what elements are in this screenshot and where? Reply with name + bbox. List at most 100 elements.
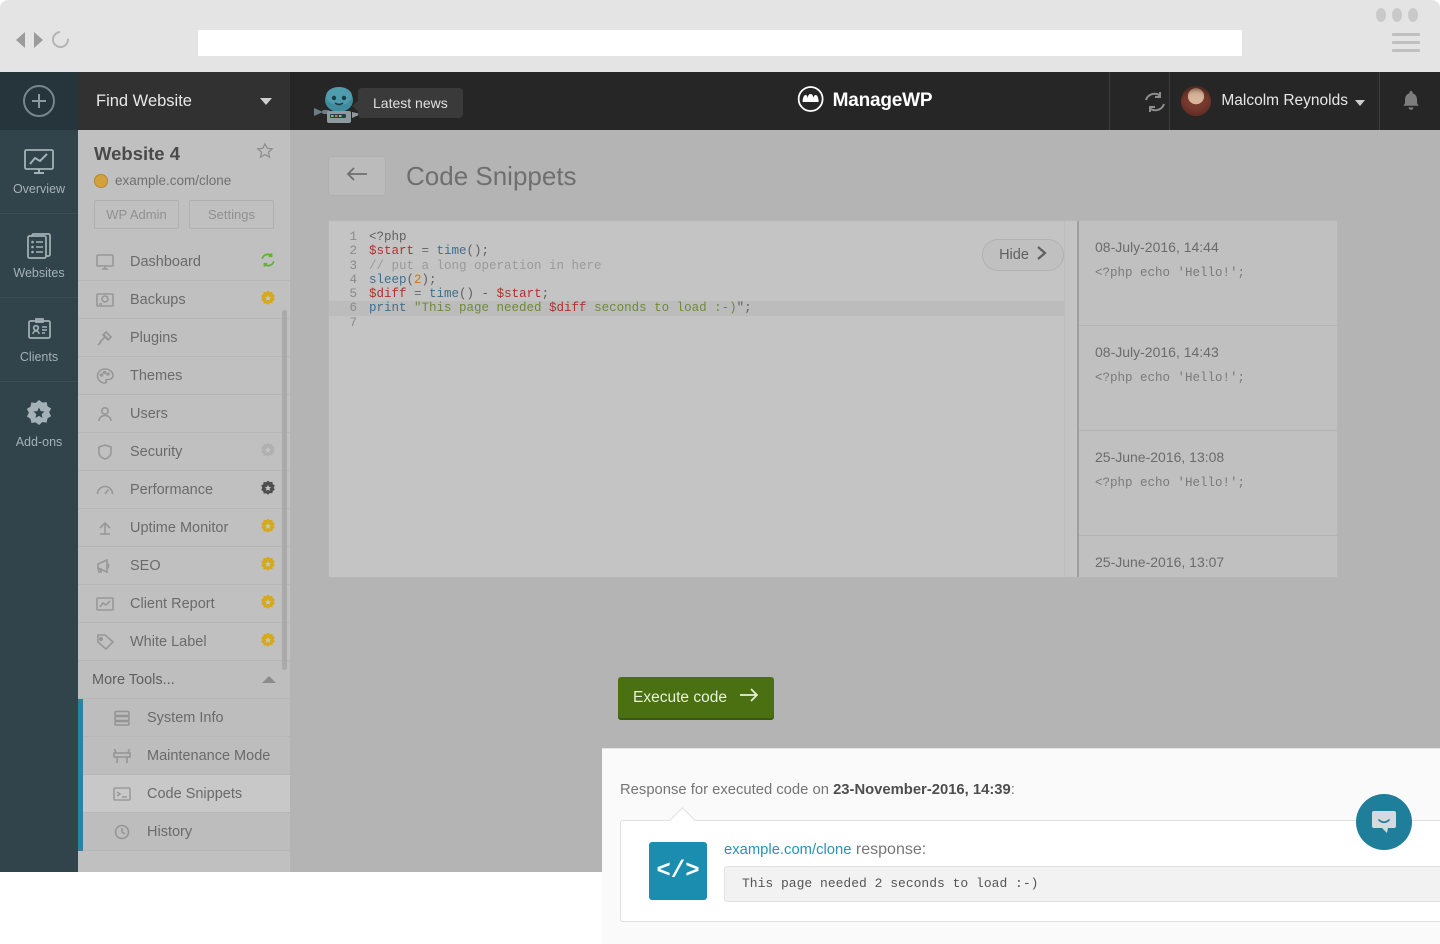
- code-lines: 1<?php2$start = time();3// put a long op…: [329, 221, 1064, 330]
- chevron-up-icon: [262, 676, 276, 683]
- brand-logo: ManageWP: [798, 86, 933, 117]
- code-line: 2$start = time();: [329, 244, 1064, 258]
- backup-disk-icon: [96, 292, 118, 308]
- sync-icon[interactable]: [1142, 89, 1168, 120]
- window-dot[interactable]: [1376, 8, 1386, 22]
- reload-icon[interactable]: [49, 28, 73, 52]
- line-content: <?php: [369, 230, 407, 244]
- line-content: $diff = time() - $start;: [369, 287, 549, 301]
- sidebar-item-label: Uptime Monitor: [130, 520, 260, 536]
- status-badge[interactable]: [260, 442, 276, 462]
- latest-news-tooltip[interactable]: Latest news: [358, 88, 463, 118]
- sidebar-item-label: Security: [130, 444, 260, 460]
- sidebar-item-seo[interactable]: SEO: [78, 547, 290, 585]
- arrow-left-icon: [345, 165, 369, 188]
- response-site-link[interactable]: example.com/clone: [724, 842, 851, 858]
- line-number: 6: [329, 301, 369, 315]
- code-line: 3// put a long operation in here: [329, 259, 1064, 273]
- history-code: <?php echo 'Hello!';: [1095, 371, 1321, 385]
- sidebar-scrollbar[interactable]: [282, 310, 287, 670]
- line-content: $start = time();: [369, 244, 489, 258]
- editor-side-panel: Hide: [1064, 221, 1077, 577]
- sidebar-item-users[interactable]: Users: [78, 395, 290, 433]
- star-outline-icon[interactable]: [256, 142, 274, 165]
- find-website-label: Find Website: [96, 92, 192, 111]
- sidebar-item-label: Backups: [130, 292, 260, 308]
- sidebar-item-history[interactable]: History: [83, 813, 290, 851]
- code-input-area[interactable]: 1<?php2$start = time();3// put a long op…: [329, 221, 1064, 577]
- status-badge[interactable]: [260, 518, 276, 538]
- sidebar-item-label: Add-ons: [16, 435, 63, 449]
- sidebar-item-label: Websites: [13, 266, 64, 280]
- sidebar-item-dashboard[interactable]: Dashboard: [78, 243, 290, 281]
- gauge-icon: [96, 482, 118, 498]
- sidebar-item-themes[interactable]: Themes: [78, 357, 290, 395]
- code-brackets-icon: </>: [649, 842, 707, 900]
- chat-bubble-icon[interactable]: [1356, 794, 1412, 850]
- hide-label: Hide: [999, 247, 1029, 263]
- sidebar-item-client-report[interactable]: Client Report: [78, 585, 290, 623]
- more-tools-toggle[interactable]: More Tools...: [78, 661, 290, 699]
- history-item[interactable]: 25-June-2016, 13:07: [1079, 536, 1337, 577]
- status-badge[interactable]: [260, 290, 276, 310]
- url-input[interactable]: [198, 30, 1242, 56]
- site-url[interactable]: example.com/clone: [115, 173, 231, 188]
- response-box: </> example.com/clone response: This pag…: [620, 820, 1440, 922]
- hamburger-menu-icon[interactable]: [1392, 33, 1420, 57]
- server-icon: [113, 710, 135, 726]
- line-content: // put a long operation in here: [369, 259, 602, 273]
- window-dot[interactable]: [1392, 8, 1402, 22]
- brand-text: ManageWP: [833, 90, 933, 112]
- sidebar-item-code-snippets[interactable]: Code Snippets: [83, 775, 290, 813]
- sidebar-item-performance[interactable]: Performance: [78, 471, 290, 509]
- history-item[interactable]: 08-July-2016, 14:44<?php echo 'Hello!';: [1079, 221, 1337, 326]
- hide-button[interactable]: Hide: [982, 239, 1064, 271]
- code-line: 4sleep(2);: [329, 273, 1064, 287]
- sidebar-item-clients[interactable]: Clients: [0, 298, 78, 382]
- status-badge[interactable]: [260, 252, 276, 272]
- history-item[interactable]: 08-July-2016, 14:43<?php echo 'Hello!';: [1079, 326, 1337, 431]
- sidebar-item-system-info[interactable]: System Info: [83, 699, 290, 737]
- forward-icon[interactable]: [34, 32, 43, 48]
- sidebar-item-security[interactable]: Security: [78, 433, 290, 471]
- status-badge[interactable]: [260, 480, 276, 500]
- plug-icon: [96, 330, 118, 346]
- history-code: <?php echo 'Hello!';: [1095, 266, 1321, 280]
- response-suffix: :: [1011, 782, 1015, 798]
- sidebar-item-label: Maintenance Mode: [147, 748, 276, 764]
- back-button[interactable]: [328, 156, 386, 196]
- user-menu[interactable]: Malcolm Reynolds: [1181, 86, 1365, 116]
- window-controls[interactable]: [1376, 8, 1418, 22]
- tag-icon: [96, 634, 118, 650]
- arrow-up-icon: [96, 520, 118, 536]
- settings-button[interactable]: Settings: [189, 200, 274, 229]
- sidebar-item-plugins[interactable]: Plugins: [78, 319, 290, 357]
- sidebar-item-overview[interactable]: Overview: [0, 130, 78, 214]
- response-output: This page needed 2 seconds to load :-): [724, 866, 1440, 902]
- sidebar-item-maintenance-mode[interactable]: Maintenance Mode: [83, 737, 290, 775]
- history-item[interactable]: 25-June-2016, 13:08<?php echo 'Hello!';: [1079, 431, 1337, 536]
- bell-icon[interactable]: [1400, 89, 1422, 118]
- wp-admin-button[interactable]: WP Admin: [94, 200, 179, 229]
- sidebar-item-backups[interactable]: Backups: [78, 281, 290, 319]
- add-website-button[interactable]: [0, 72, 78, 130]
- status-badge[interactable]: [260, 594, 276, 614]
- find-website-dropdown[interactable]: Find Website: [78, 72, 290, 130]
- window-dot[interactable]: [1408, 8, 1418, 22]
- sidebar-subnav: System Info Maintenance Mode Code Snippets…: [78, 699, 290, 851]
- sidebar-item-websites[interactable]: Websites: [0, 214, 78, 298]
- snippet-history-list[interactable]: 08-July-2016, 14:44<?php echo 'Hello!';0…: [1077, 221, 1337, 577]
- execute-code-button[interactable]: Execute code: [618, 677, 774, 718]
- execute-label: Execute code: [633, 689, 727, 707]
- divider: [1169, 72, 1170, 130]
- back-icon[interactable]: [16, 32, 25, 48]
- status-badge[interactable]: [260, 632, 276, 652]
- arrow-right-icon: [739, 688, 759, 707]
- sidebar-item-addons[interactable]: Add-ons: [0, 382, 78, 466]
- line-content: sleep(2);: [369, 273, 437, 287]
- stacked-pages-icon: [23, 232, 55, 260]
- sidebar-item-label: System Info: [147, 710, 276, 726]
- sidebar-item-white-label[interactable]: White Label: [78, 623, 290, 661]
- sidebar-item-uptime-monitor[interactable]: Uptime Monitor: [78, 509, 290, 547]
- status-badge[interactable]: [260, 556, 276, 576]
